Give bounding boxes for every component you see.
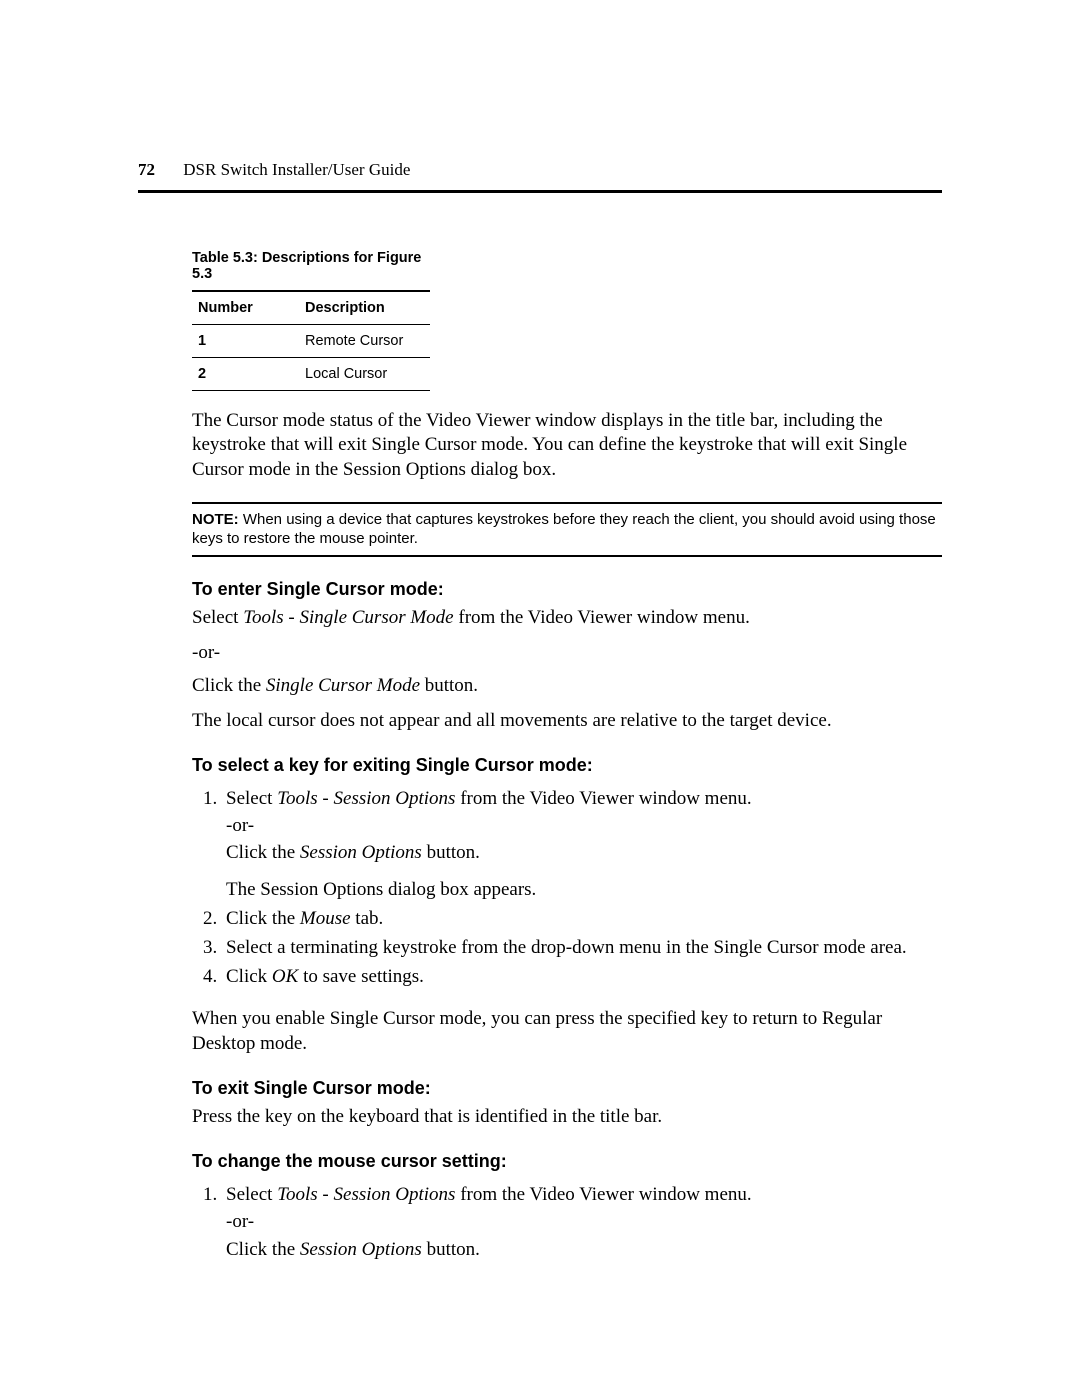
heading-select-key: To select a key for exiting Single Curso… — [192, 755, 942, 776]
select-steps: Select Tools - Session Options from the … — [192, 786, 942, 990]
step-1b: Click the Session Options button. — [226, 840, 942, 865]
running-head: 72 DSR Switch Installer/User Guide — [138, 160, 942, 180]
menu-path: Tools - Session Options — [277, 788, 455, 809]
step-1: Select Tools - Session Options from the … — [222, 1182, 942, 1261]
page-header-area: 72 DSR Switch Installer/User Guide — [138, 160, 942, 193]
enter-line-2: Click the Single Cursor Mode button. — [192, 674, 942, 698]
page-number: 72 — [138, 160, 155, 179]
menu-path: Tools - Session Options — [277, 1184, 455, 1205]
or-separator: -or- — [226, 813, 942, 838]
button-name: Single Cursor Mode — [266, 675, 420, 696]
change-steps: Select Tools - Session Options from the … — [192, 1182, 942, 1261]
menu-path: Tools - Single Cursor Mode — [243, 607, 453, 628]
page-content: Table 5.3: Descriptions for Figure 5.3 N… — [192, 250, 942, 1266]
para-cursor-mode: The Cursor mode status of the Video View… — [192, 409, 942, 482]
exit-line: Press the key on the keyboard that is id… — [192, 1105, 942, 1129]
heading-exit-single-cursor: To exit Single Cursor mode: — [192, 1078, 942, 1099]
tab-name: Mouse — [300, 908, 351, 929]
header-rule — [138, 190, 942, 193]
table-row: 2 Local Cursor — [192, 358, 430, 391]
col-description: Description — [299, 291, 430, 325]
note-box: NOTE: When using a device that captures … — [192, 502, 942, 557]
table-header-row: Number Description — [192, 291, 430, 325]
step-1b: Click the Session Options button. — [226, 1237, 942, 1262]
button-name: OK — [272, 966, 298, 987]
doc-title: DSR Switch Installer/User Guide — [183, 160, 410, 179]
enter-line-1: Select Tools - Single Cursor Mode from t… — [192, 606, 942, 630]
step-1: Select Tools - Session Options from the … — [222, 786, 942, 902]
table-caption: Table 5.3: Descriptions for Figure 5.3 — [192, 250, 430, 282]
cell-number: 1 — [192, 325, 299, 358]
step-1c: The Session Options dialog box appears. — [226, 877, 942, 902]
cell-desc: Remote Cursor — [299, 325, 430, 358]
button-name: Session Options — [300, 1239, 422, 1260]
table-row: 1 Remote Cursor — [192, 325, 430, 358]
descriptions-table: Number Description 1 Remote Cursor 2 Loc… — [192, 290, 430, 391]
step-2: Click the Mouse tab. — [222, 906, 942, 931]
note-text: When using a device that captures keystr… — [192, 511, 936, 548]
or-separator: -or- — [226, 1209, 942, 1234]
cell-number: 2 — [192, 358, 299, 391]
step-3: Select a terminating keystroke from the … — [222, 935, 942, 960]
or-separator: -or- — [192, 642, 942, 664]
button-name: Session Options — [300, 842, 422, 863]
step-4: Click OK to save settings. — [222, 964, 942, 989]
table-5-3: Table 5.3: Descriptions for Figure 5.3 N… — [192, 250, 430, 391]
heading-enter-single-cursor: To enter Single Cursor mode: — [192, 579, 942, 600]
note-label: NOTE: — [192, 511, 239, 528]
para-after-select: When you enable Single Cursor mode, you … — [192, 1007, 942, 1056]
cell-desc: Local Cursor — [299, 358, 430, 391]
col-number: Number — [192, 291, 299, 325]
enter-line-3: The local cursor does not appear and all… — [192, 709, 942, 733]
heading-change-mouse-cursor: To change the mouse cursor setting: — [192, 1151, 942, 1172]
